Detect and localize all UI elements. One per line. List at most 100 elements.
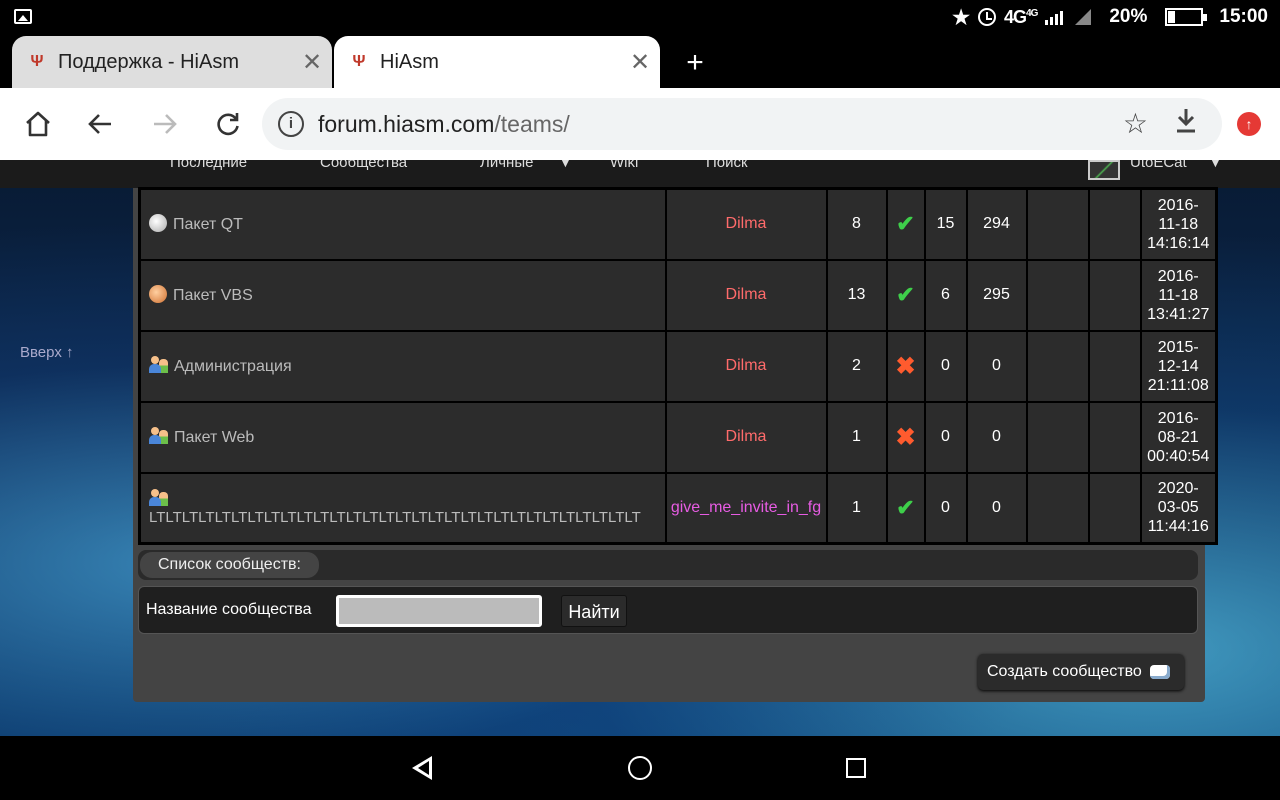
table-row[interactable]: LTLTLTLTLTLTLTLTLTLTLTLTLTLTLTLTLTLTLTLT… [138,471,1218,545]
users-icon [149,489,169,507]
bronze-medal-icon [149,285,167,303]
community-search: Название сообщества Найти [138,586,1198,634]
team-topics: 0 [923,400,968,474]
close-tab-icon[interactable]: ✕ [620,48,660,77]
signal-icon [1045,9,1064,25]
silver-medal-icon [149,214,167,233]
team-date: 2015- 12-14 21:11:08 [1139,329,1218,403]
empty-cell [1087,329,1142,403]
team-topics: 0 [923,471,968,545]
team-owner[interactable]: Dilma [664,258,828,332]
users-icon [149,356,169,374]
team-name[interactable]: Администрация [174,358,292,375]
community-name-input[interactable] [336,595,542,627]
date-time: 00:40:54 [1147,447,1210,465]
date-time: 13:41:27 [1147,305,1210,323]
dropdown-arrow-icon: ▼ [1208,160,1223,171]
team-topics: 6 [923,258,968,332]
home-circle-icon[interactable] [628,756,652,780]
new-tab-icon[interactable]: + [680,46,710,80]
team-posts: 0 [965,329,1028,403]
battery-percent: 20% [1109,6,1148,27]
date-day: 03-05 [1157,499,1199,517]
recent-apps-icon[interactable] [846,758,866,778]
team-members: 1 [825,400,888,474]
table-row[interactable]: Пакет Web Dilma 1 ✖ 0 0 2016- 08-21 00:40:54 [138,400,1218,474]
team-name[interactable]: LTLTLTLTLTLTLTLTLTLTLTLTLTLTLTLTLTLTLTLT… [149,509,665,526]
forward-arrow-icon[interactable] [145,104,185,144]
table-row[interactable]: Пакет VBS Dilma 13 ✔ 6 295 2016- 11-18 13:41:27 [138,258,1218,332]
bookmark-star-icon[interactable]: ☆ [1123,107,1148,140]
team-topics: 15 [923,187,968,261]
date-year: 2016- [1157,267,1199,285]
empty-cell [1025,471,1090,545]
avatar[interactable] [1088,160,1120,180]
team-name[interactable]: Пакет QT [173,216,243,233]
date-time: 21:11:08 [1147,376,1209,394]
tab-support[interactable]: Ψ Поддержка - HiAsm ✕ [12,36,332,88]
nav-username[interactable]: UtoECat [1130,160,1187,171]
table-row[interactable]: Пакет QT Dilma 8 ✔ 15 294 2016- 11-18 14:16:14 [138,187,1218,261]
forum-nav: Последние Сообщества Личные ▼ Wiki Поиск… [0,160,1280,188]
nav-personal[interactable]: Личные [480,160,533,171]
empty-cell [1087,400,1142,474]
empty-cell [1025,400,1090,474]
nav-search[interactable]: Поиск [706,160,748,171]
dropdown-arrow-icon: ▼ [558,160,573,171]
find-button[interactable]: Найти [561,595,627,627]
nav-communities[interactable]: Сообщества [320,160,407,171]
team-status: ✔ [885,471,926,545]
tab-title: HiAsm [380,50,439,73]
team-name-cell: Администрация [138,329,667,403]
gallery-notification-icon [14,9,32,24]
date-time: 11:44:16 [1147,518,1209,536]
check-icon: ✔ [896,211,915,237]
date-year: 2015- [1157,338,1199,356]
download-icon[interactable] [1174,106,1198,141]
back-arrow-icon[interactable] [80,104,120,144]
scroll-to-top-link[interactable]: Вверх ↑ [20,344,74,361]
network-type: 4G4G [1004,6,1038,27]
team-members: 8 [825,187,888,261]
battery-icon [1165,8,1208,26]
team-posts: 0 [965,471,1028,545]
date-day: 08-21 [1157,428,1199,446]
team-name-cell: Пакет Web [138,400,667,474]
team-date: 2020- 03-05 11:44:16 [1139,471,1218,545]
team-name[interactable]: Пакет VBS [173,287,253,304]
status-bar: ★ 4G4G 20% 15:00 [0,0,1280,34]
check-icon: ✔ [896,494,915,520]
team-name-cell: LTLTLTLTLTLTLTLTLTLTLTLTLTLTLTLTLTLTLTLT… [138,471,667,545]
wifi-signal-icon [1075,9,1092,25]
team-status: ✔ [885,187,926,261]
cross-icon: ✖ [895,423,916,451]
nav-recent[interactable]: Последние [170,160,247,171]
empty-cell [1025,329,1090,403]
home-icon[interactable] [18,104,58,144]
team-owner[interactable]: Dilma [664,187,828,261]
create-community-label: Создать сообщество [987,663,1142,680]
hiasm-logo-icon: Ψ [30,53,44,70]
close-tab-icon[interactable]: ✕ [292,48,332,77]
team-owner[interactable]: Dilma [664,400,828,474]
url-text[interactable]: forum.hiasm.com/teams/ [318,111,570,138]
chrome-update-icon[interactable]: ↑ [1237,112,1261,136]
nav-wiki[interactable]: Wiki [610,160,638,171]
team-owner[interactable]: Dilma [664,329,828,403]
team-owner[interactable]: give_me_invite_in_fg [664,471,828,545]
back-icon[interactable] [412,756,432,780]
address-bar[interactable]: i forum.hiasm.com/teams/ ☆ [262,98,1222,150]
table-row[interactable]: Администрация Dilma 2 ✖ 0 0 2015- 12-14 21:11:08 [138,329,1218,403]
tab-hiasm[interactable]: Ψ HiAsm ✕ [334,36,660,88]
info-icon[interactable]: i [278,111,304,137]
speech-bubble-icon [1150,665,1170,679]
empty-cell [1087,187,1142,261]
page-content: Последние Сообщества Личные ▼ Wiki Поиск… [0,160,1280,736]
tab-strip: Ψ Поддержка - HiAsm ✕ Ψ HiAsm ✕ + [0,34,1280,88]
reload-icon[interactable] [208,104,248,144]
date-year: 2020- [1157,480,1199,498]
create-community-button[interactable]: Создать сообщество [978,654,1184,690]
team-date: 2016- 08-21 00:40:54 [1139,400,1218,474]
users-icon [149,427,169,445]
team-name[interactable]: Пакет Web [174,429,254,446]
